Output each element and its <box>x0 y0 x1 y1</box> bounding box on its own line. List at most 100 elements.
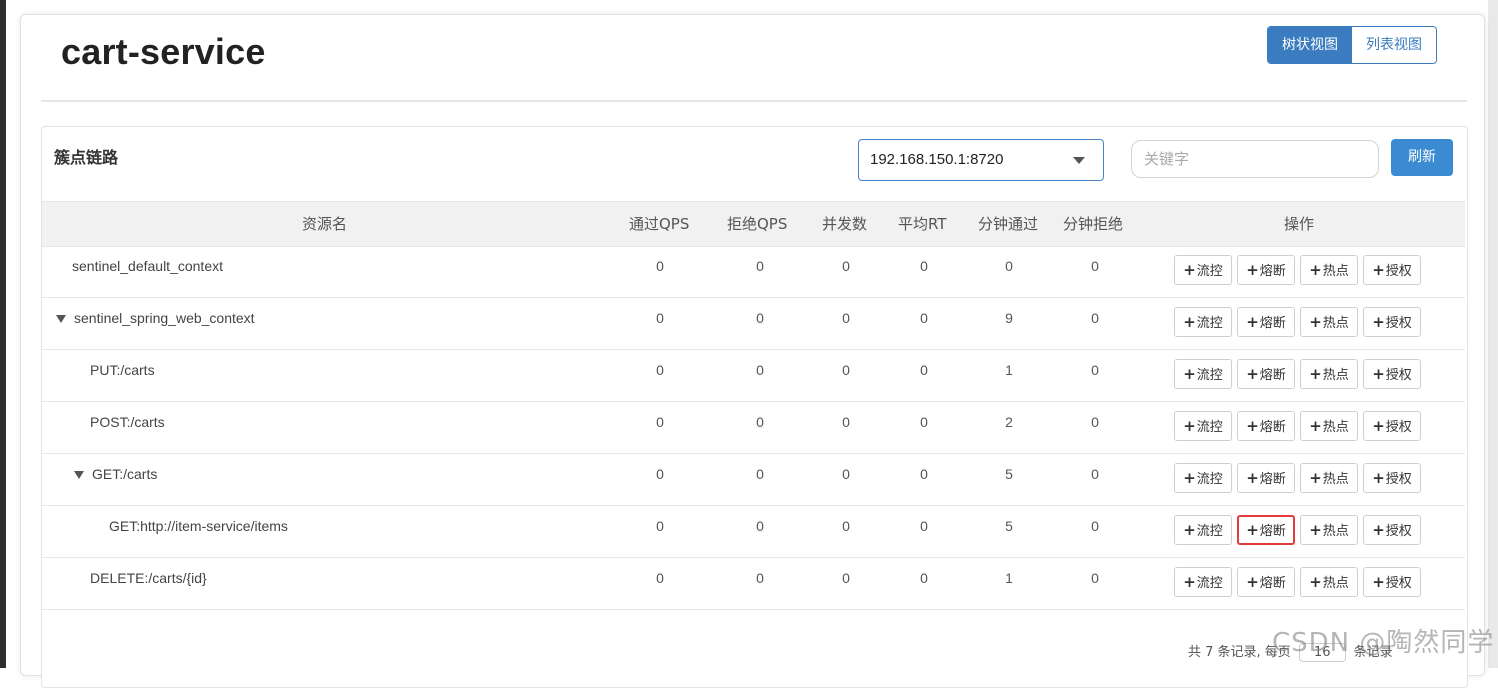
action-label: 热点 <box>1322 472 1349 487</box>
hot-param-button[interactable]: +热点 <box>1300 359 1358 389</box>
authority-button[interactable]: +授权 <box>1363 463 1421 493</box>
action-label: 流控 <box>1196 420 1223 435</box>
plus-icon: + <box>1372 365 1385 383</box>
hot-param-button[interactable]: +热点 <box>1300 567 1358 597</box>
flow-control-button[interactable]: +流控 <box>1174 359 1232 389</box>
action-label: 热点 <box>1322 316 1349 331</box>
resource-name: GET:/carts <box>92 466 158 482</box>
pass-qps-cell: 0 <box>656 518 664 534</box>
circuit-breaker-button[interactable]: +熔断 <box>1237 359 1295 389</box>
table-row: DELETE:/carts/{id} 0 0 0 0 1 0 +流控 +熔断 +热点 +授权 <box>42 558 1465 610</box>
flow-control-button[interactable]: +流控 <box>1174 515 1232 545</box>
action-label: 授权 <box>1385 524 1412 539</box>
refresh-button[interactable]: 刷新 <box>1391 139 1453 176</box>
row-actions: +流控 +熔断 +热点 +授权 <box>1174 359 1421 389</box>
hot-param-button[interactable]: +热点 <box>1300 515 1358 545</box>
table-row: GET:http://item-service/items 0 0 0 0 5 0 +流控 +熔… <box>42 506 1465 558</box>
concurrency-cell: 0 <box>842 362 850 378</box>
resource-name: POST:/carts <box>90 414 165 430</box>
hot-param-button[interactable]: +热点 <box>1300 411 1358 441</box>
flow-control-button[interactable]: +流控 <box>1174 255 1232 285</box>
minute-block-cell: 0 <box>1091 570 1099 586</box>
header-block-qps: 拒绝QPS <box>727 215 788 233</box>
flow-control-button[interactable]: +流控 <box>1174 567 1232 597</box>
block-qps-cell: 0 <box>756 570 764 586</box>
action-label: 熔断 <box>1259 472 1286 487</box>
authority-button[interactable]: +授权 <box>1363 255 1421 285</box>
header-resource-name: 资源名 <box>302 215 348 233</box>
plus-icon: + <box>1246 573 1259 591</box>
plus-icon: + <box>1372 313 1385 331</box>
minute-block-cell: 0 <box>1091 518 1099 534</box>
action-label: 流控 <box>1196 368 1223 383</box>
list-view-button[interactable]: 列表视图 <box>1352 27 1436 63</box>
avg-rt-cell: 0 <box>920 310 928 326</box>
resource-name: sentinel_spring_web_context <box>74 310 255 326</box>
plus-icon: + <box>1372 417 1385 435</box>
action-label: 熔断 <box>1259 264 1286 279</box>
header-avg-rt: 平均RT <box>898 215 947 233</box>
authority-button[interactable]: +授权 <box>1363 359 1421 389</box>
resource-panel: 簇点链路 192.168.150.1:8720 刷新 资源名 通过QPS 拒绝Q… <box>41 126 1468 688</box>
plus-icon: + <box>1183 261 1196 279</box>
plus-icon: + <box>1183 469 1196 487</box>
circuit-breaker-button[interactable]: +熔断 <box>1237 567 1295 597</box>
row-actions: +流控 +熔断 +热点 +授权 <box>1174 411 1421 441</box>
machine-select-value: 192.168.150.1:8720 <box>870 151 1004 168</box>
minute-block-cell: 0 <box>1091 310 1099 326</box>
table-row: POST:/carts 0 0 0 0 2 0 +流控 +熔断 +热点 +授权 <box>42 402 1465 454</box>
csdn-watermark: CSDN @陶然同学 <box>1272 628 1495 658</box>
expand-triangle-icon[interactable] <box>56 315 66 324</box>
block-qps-cell: 0 <box>756 258 764 274</box>
avg-rt-cell: 0 <box>920 362 928 378</box>
plus-icon: + <box>1246 365 1259 383</box>
machine-select[interactable]: 192.168.150.1:8720 <box>858 139 1104 181</box>
header-pass-qps: 通过QPS <box>629 215 690 233</box>
plus-icon: + <box>1183 573 1196 591</box>
plus-icon: + <box>1183 365 1196 383</box>
avg-rt-cell: 0 <box>920 414 928 430</box>
resource-name: DELETE:/carts/{id} <box>90 570 207 586</box>
window-edge-left <box>0 0 6 668</box>
minute-block-cell: 0 <box>1091 414 1099 430</box>
action-label: 熔断 <box>1259 420 1286 435</box>
hot-param-button[interactable]: +热点 <box>1300 307 1358 337</box>
authority-button[interactable]: +授权 <box>1363 307 1421 337</box>
plus-icon: + <box>1372 521 1385 539</box>
action-label: 授权 <box>1385 576 1412 591</box>
chevron-down-icon <box>1073 157 1085 164</box>
authority-button[interactable]: +授权 <box>1363 515 1421 545</box>
minute-pass-cell: 1 <box>1005 362 1013 378</box>
row-actions: +流控 +熔断 +热点 +授权 <box>1174 307 1421 337</box>
circuit-breaker-button[interactable]: +熔断 <box>1237 515 1295 545</box>
flow-control-button[interactable]: +流控 <box>1174 307 1232 337</box>
flow-control-button[interactable]: +流控 <box>1174 411 1232 441</box>
table-header: 资源名 通过QPS 拒绝QPS 并发数 平均RT 分钟通过 分钟拒绝 操作 <box>42 201 1465 247</box>
circuit-breaker-button[interactable]: +熔断 <box>1237 411 1295 441</box>
page-container: cart-service 树状视图 列表视图 簇点链路 192.168.150.… <box>20 14 1485 688</box>
authority-button[interactable]: +授权 <box>1363 411 1421 441</box>
action-label: 热点 <box>1322 368 1349 383</box>
pass-qps-cell: 0 <box>656 570 664 586</box>
circuit-breaker-button[interactable]: +熔断 <box>1237 307 1295 337</box>
keyword-input[interactable] <box>1131 140 1379 178</box>
flow-control-button[interactable]: +流控 <box>1174 463 1232 493</box>
pass-qps-cell: 0 <box>656 258 664 274</box>
hot-param-button[interactable]: +热点 <box>1300 255 1358 285</box>
circuit-breaker-button[interactable]: +熔断 <box>1237 255 1295 285</box>
avg-rt-cell: 0 <box>920 466 928 482</box>
minute-pass-cell: 0 <box>1005 258 1013 274</box>
header-actions: 操作 <box>1284 215 1315 233</box>
authority-button[interactable]: +授权 <box>1363 567 1421 597</box>
minute-pass-cell: 1 <box>1005 570 1013 586</box>
hot-param-button[interactable]: +热点 <box>1300 463 1358 493</box>
circuit-breaker-button[interactable]: +熔断 <box>1237 463 1295 493</box>
expand-triangle-icon[interactable] <box>74 471 84 480</box>
table-row: PUT:/carts 0 0 0 0 1 0 +流控 +熔断 +热点 +授权 <box>42 350 1465 402</box>
plus-icon: + <box>1309 313 1322 331</box>
plus-icon: + <box>1372 469 1385 487</box>
tree-view-button[interactable]: 树状视图 <box>1268 27 1352 63</box>
plus-icon: + <box>1309 261 1322 279</box>
minute-pass-cell: 9 <box>1005 310 1013 326</box>
avg-rt-cell: 0 <box>920 518 928 534</box>
